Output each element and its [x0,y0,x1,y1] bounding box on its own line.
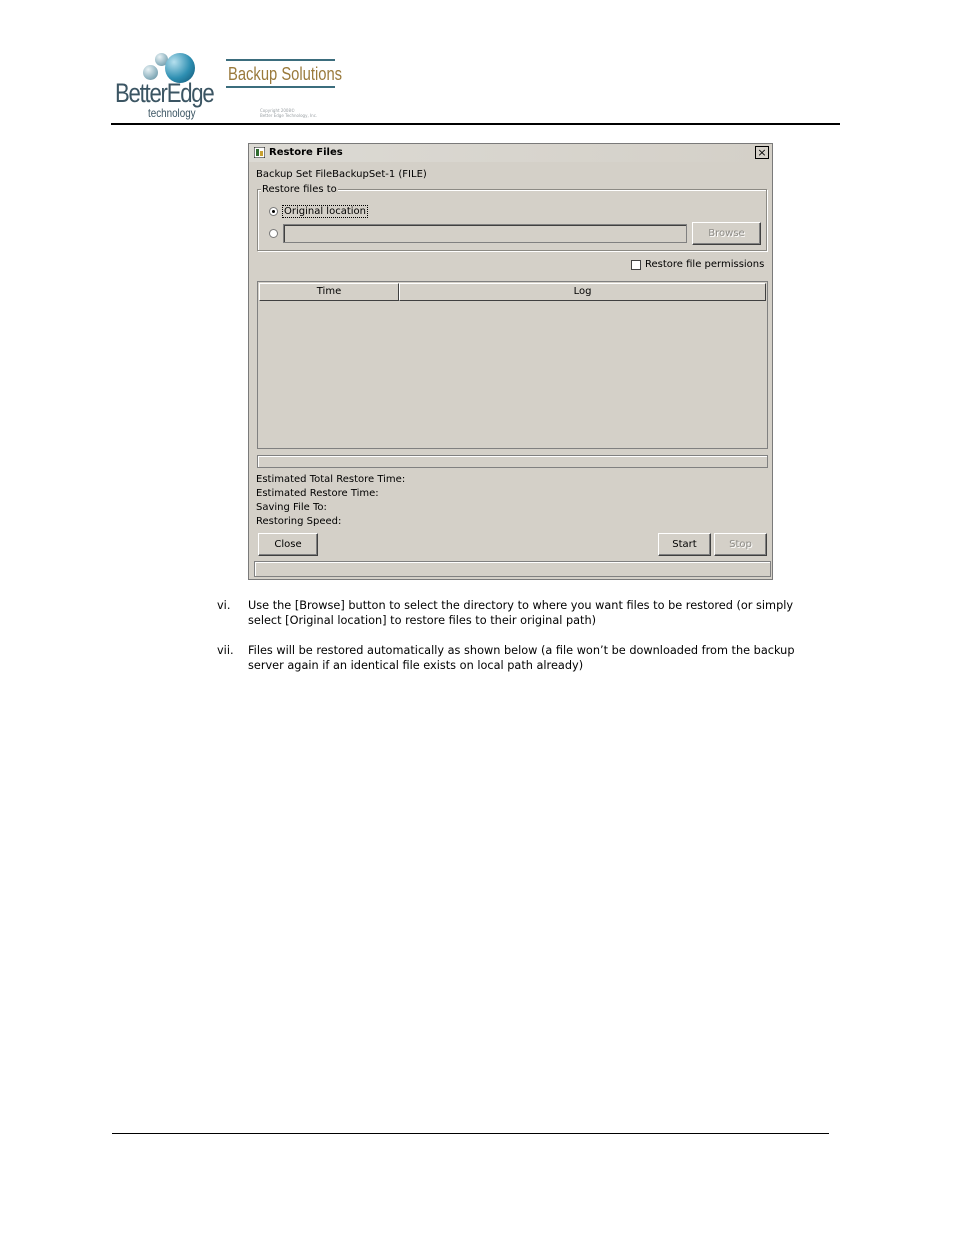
dialog-title: Restore Files [269,147,343,158]
brand-subtitle: technology [148,106,196,120]
original-location-label[interactable]: Original location [282,205,368,218]
copyright-line-2: Better Edge Technology, Inc. [260,113,318,118]
step-text: Use the [Browse] button to select the di… [248,599,794,627]
step-number: vi. [217,599,231,612]
stop-button[interactable]: Stop [714,533,767,556]
backup-set-label: Backup Set FileBackupSet-1 (FILE) [256,169,427,180]
step-number: vii. [217,644,234,657]
close-window-button[interactable]: × [755,146,769,159]
product-name: Backup Solutions [228,64,343,84]
restore-destination-legend: Restore files to [261,184,338,195]
step-text: Files will be restored automatically as … [248,644,795,672]
saving-file-to-label: Saving File To: [256,502,327,513]
estimated-total-time-label: Estimated Total Restore Time: [256,474,406,485]
dialog-titlebar[interactable]: Restore Files × [249,144,772,162]
start-button[interactable]: Start [658,533,711,556]
browse-button[interactable]: Browse [692,222,761,245]
column-header-log[interactable]: Log [399,283,766,301]
company-logo: BetterEdge technology Backup Solutions C… [112,48,352,124]
product-rule-top [226,59,335,61]
restore-permissions-label[interactable]: Restore file permissions [645,259,764,270]
restore-progress-bar [257,455,768,468]
product-rule-bottom [226,86,335,88]
original-location-radio[interactable] [269,207,278,216]
close-button[interactable]: Close [258,533,318,556]
restore-log-table: Time Log [257,281,768,449]
restore-permissions-checkbox[interactable] [631,260,641,270]
column-header-time[interactable]: Time [259,283,399,301]
brand-name: BetterEdge [115,78,215,108]
restoring-speed-label: Restoring Speed: [256,516,342,527]
copyright-notice: Copyright 2008© Better Edge Technology, … [260,108,317,118]
app-icon [254,147,265,158]
custom-location-radio[interactable] [269,229,278,238]
restore-files-dialog: Restore Files × Backup Set FileBackupSet… [248,143,773,580]
custom-path-input[interactable] [283,224,687,243]
footer-divider [112,1133,829,1134]
dialog-status-bar [254,561,771,577]
estimated-restore-time-label: Estimated Restore Time: [256,488,379,499]
header-divider [111,123,840,125]
